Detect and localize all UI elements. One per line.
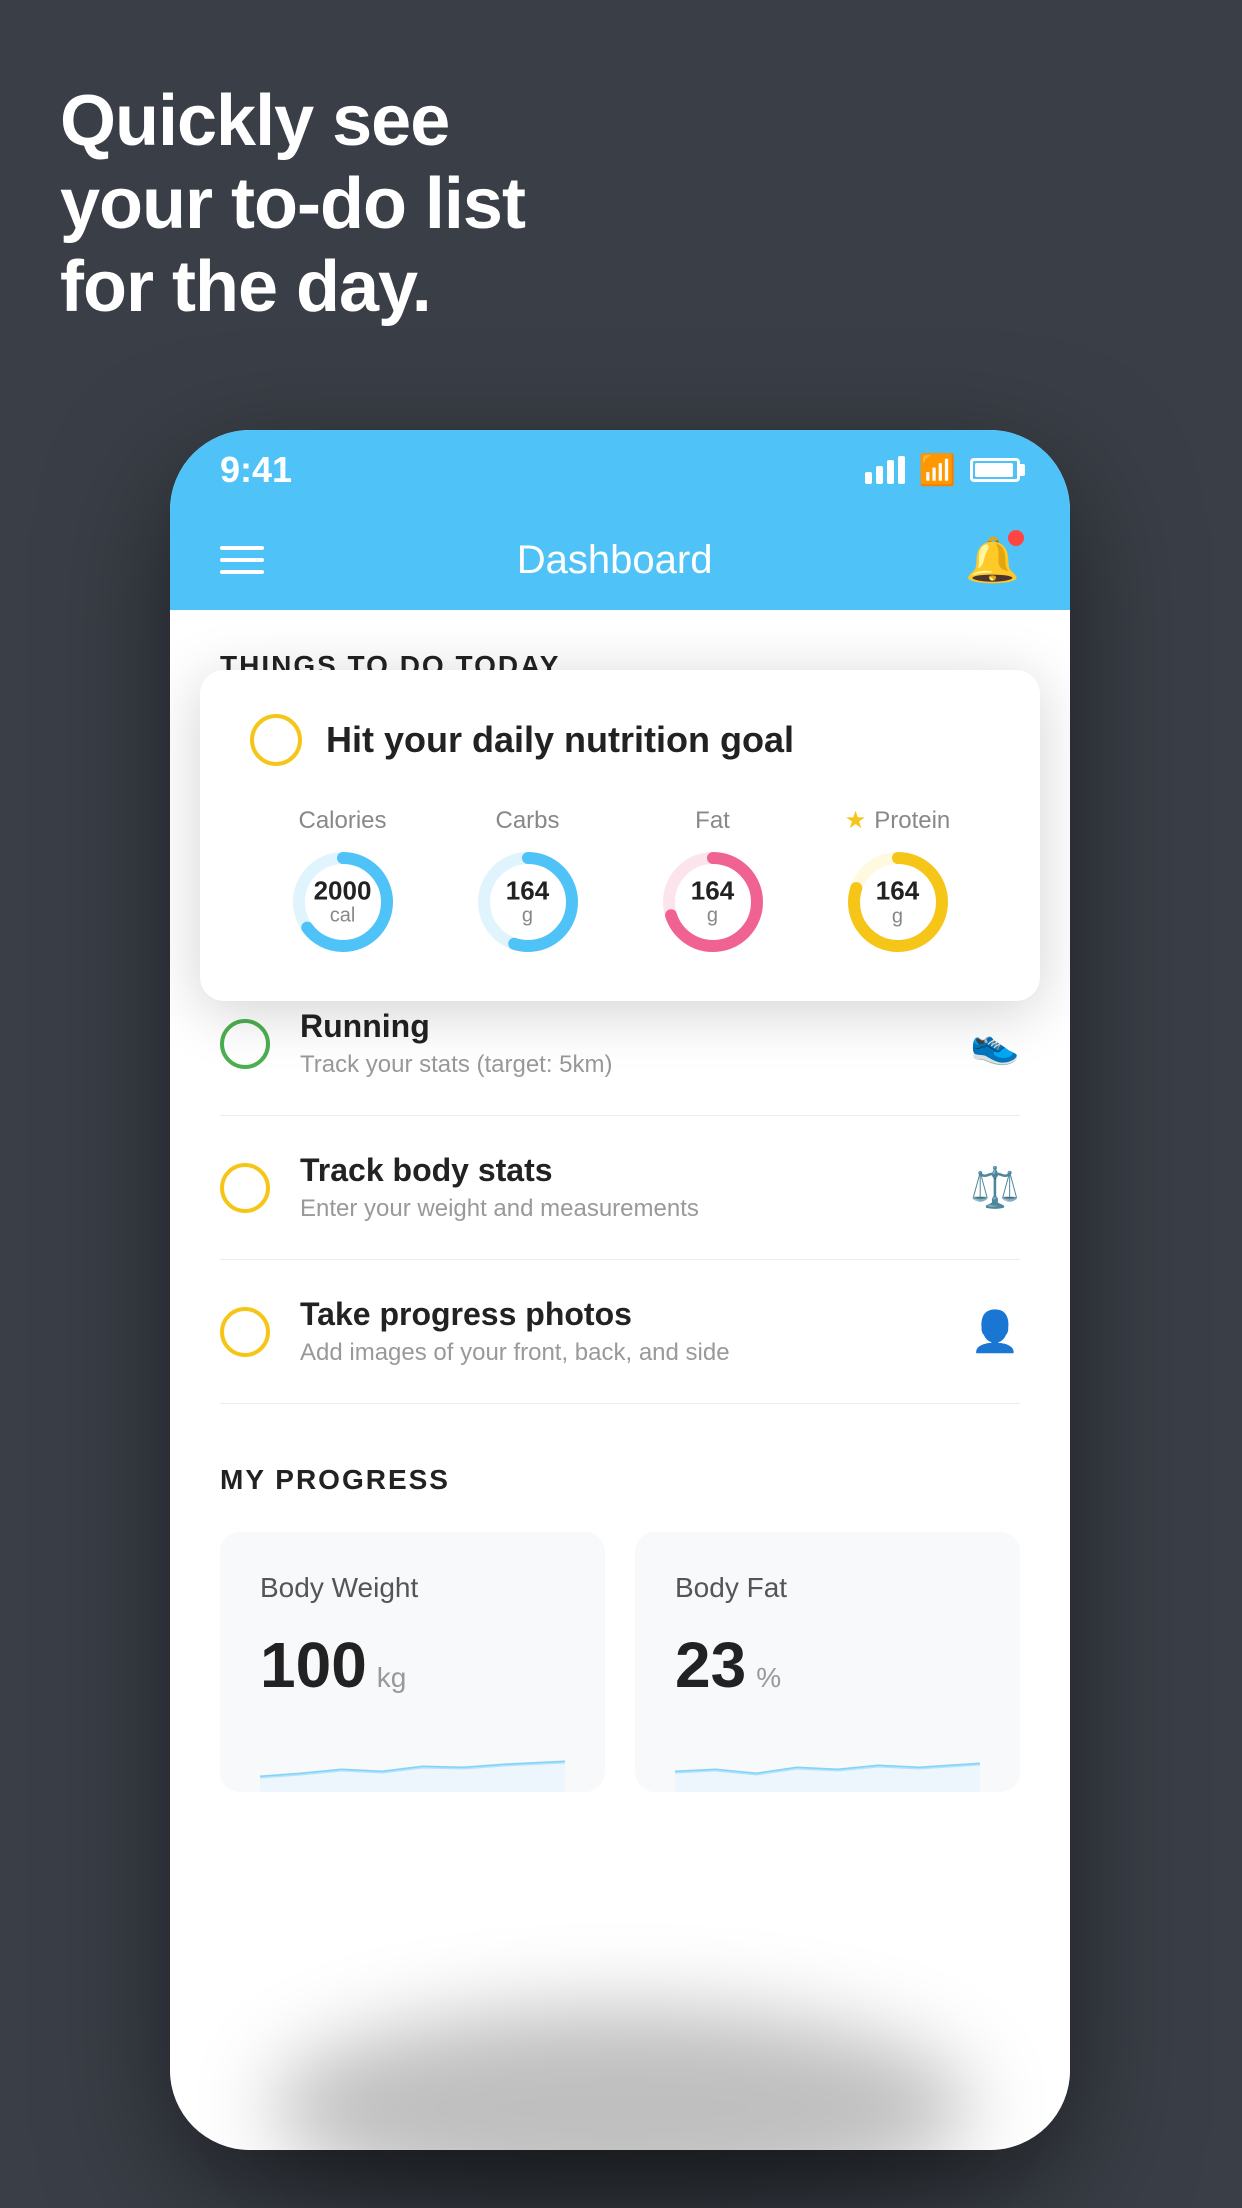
todo-photos-info: Take progress photos Add images of your … (300, 1296, 940, 1367)
running-icon: 👟 (970, 1020, 1020, 1067)
macro-calories: Calories 2000 cal (288, 807, 398, 957)
my-progress-title: MY PROGRESS (220, 1464, 1020, 1496)
hero-line3: for the day. (60, 246, 525, 329)
macro-protein: ★ Protein 164 g (843, 806, 953, 957)
nutrition-title: Hit your daily nutrition goal (326, 719, 794, 761)
status-icons: 📶 (865, 453, 1020, 488)
todo-body-stats-checkbox[interactable] (220, 1163, 270, 1213)
todo-photos-subtitle: Add images of your front, back, and side (300, 1339, 940, 1367)
phone-frame: 9:41 📶 Dashboard 🔔 TH (170, 430, 1070, 2150)
macro-protein-donut: 164 g (843, 847, 953, 957)
body-fat-value: 23 % (675, 1628, 980, 1702)
protein-unit: g (876, 905, 919, 927)
bell-icon[interactable]: 🔔 (965, 534, 1020, 586)
bell-notification-dot (1008, 530, 1024, 546)
bg-shadow (271, 2008, 971, 2208)
hero-line2: your to-do list (60, 163, 525, 246)
nutrition-card[interactable]: Hit your daily nutrition goal Calories 2… (200, 670, 1040, 1001)
person-icon: 👤 (970, 1308, 1020, 1355)
macro-carbs-donut: 164 g (473, 847, 583, 957)
carbs-unit: g (506, 905, 549, 927)
signal-icon (865, 456, 905, 484)
macro-fat: Fat 164 g (658, 807, 768, 957)
todo-photos-checkbox[interactable] (220, 1307, 270, 1357)
macros-row: Calories 2000 cal Carbs (250, 806, 990, 957)
body-weight-title: Body Weight (260, 1572, 565, 1604)
macro-calories-label: Calories (298, 807, 386, 835)
nutrition-checkbox[interactable] (250, 714, 302, 766)
body-fat-card[interactable]: Body Fat 23 % (635, 1532, 1020, 1792)
carbs-value: 164 (506, 876, 549, 905)
hero-text: Quickly see your to-do list for the day. (60, 80, 525, 328)
hero-line1: Quickly see (60, 80, 525, 163)
todo-running-subtitle: Track your stats (target: 5km) (300, 1051, 940, 1079)
body-weight-number: 100 (260, 1628, 367, 1702)
todo-list: Running Track your stats (target: 5km) 👟… (170, 972, 1070, 1404)
fat-unit: g (691, 905, 734, 927)
todo-running-checkbox[interactable] (220, 1019, 270, 1069)
app-content: THINGS TO DO TODAY Hit your daily nutrit… (170, 610, 1070, 2150)
macro-protein-label: ★ Protein (845, 806, 951, 835)
macro-carbs: Carbs 164 g (473, 807, 583, 957)
app-header: Dashboard 🔔 (170, 510, 1070, 610)
menu-icon[interactable] (220, 546, 264, 574)
status-time: 9:41 (220, 449, 292, 491)
todo-body-stats-info: Track body stats Enter your weight and m… (300, 1152, 940, 1223)
body-weight-value: 100 kg (260, 1628, 565, 1702)
todo-body-stats-title: Track body stats (300, 1152, 940, 1189)
header-title: Dashboard (517, 538, 713, 583)
todo-progress-photos[interactable]: Take progress photos Add images of your … (220, 1260, 1020, 1404)
body-weight-unit: kg (377, 1662, 407, 1694)
battery-icon (970, 458, 1020, 482)
my-progress-section: MY PROGRESS Body Weight 100 kg (170, 1404, 1070, 1832)
status-bar: 9:41 📶 (170, 430, 1070, 510)
body-fat-unit: % (756, 1662, 781, 1694)
todo-running-title: Running (300, 1008, 940, 1045)
nutrition-card-header: Hit your daily nutrition goal (250, 714, 990, 766)
body-fat-title: Body Fat (675, 1572, 980, 1604)
body-weight-chart (260, 1732, 565, 1792)
body-fat-number: 23 (675, 1628, 746, 1702)
protein-value: 164 (876, 877, 919, 906)
macro-fat-label: Fat (695, 807, 730, 835)
body-weight-card[interactable]: Body Weight 100 kg (220, 1532, 605, 1792)
fat-value: 164 (691, 876, 734, 905)
calories-unit: cal (314, 905, 372, 927)
macro-carbs-label: Carbs (495, 807, 559, 835)
todo-body-stats-subtitle: Enter your weight and measurements (300, 1195, 940, 1223)
star-icon: ★ (845, 806, 867, 835)
macro-fat-donut: 164 g (658, 847, 768, 957)
todo-photos-title: Take progress photos (300, 1296, 940, 1333)
calories-value: 2000 (314, 876, 372, 905)
todo-body-stats[interactable]: Track body stats Enter your weight and m… (220, 1116, 1020, 1260)
body-fat-chart (675, 1732, 980, 1792)
scale-icon: ⚖️ (970, 1164, 1020, 1211)
progress-cards: Body Weight 100 kg Body Fat (220, 1532, 1020, 1792)
wifi-icon: 📶 (919, 453, 956, 488)
todo-running-info: Running Track your stats (target: 5km) (300, 1008, 940, 1079)
macro-calories-donut: 2000 cal (288, 847, 398, 957)
